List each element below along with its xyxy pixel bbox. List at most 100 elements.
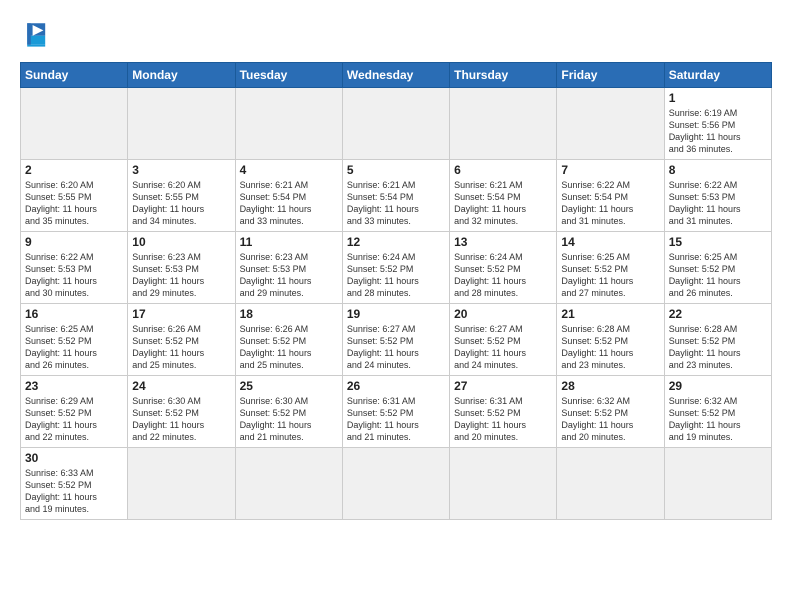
day-info: Sunrise: 6:22 AM Sunset: 5:53 PM Dayligh…: [25, 251, 123, 300]
page: Sunday Monday Tuesday Wednesday Thursday…: [0, 0, 792, 530]
header-wednesday: Wednesday: [342, 63, 449, 88]
header-thursday: Thursday: [450, 63, 557, 88]
day-info: Sunrise: 6:27 AM Sunset: 5:52 PM Dayligh…: [347, 323, 445, 372]
calendar-cell: 2Sunrise: 6:20 AM Sunset: 5:55 PM Daylig…: [21, 160, 128, 232]
day-number: 7: [561, 163, 659, 177]
calendar-row-1: 2 Sunrise: 6:20 AM Sunset: 5:55 PM Daylig…: [21, 160, 772, 232]
calendar-cell: 25Sunrise: 6:30 AM Sunset: 5:52 PM Dayli…: [235, 376, 342, 448]
calendar-row-4: 23Sunrise: 6:29 AM Sunset: 5:52 PM Dayli…: [21, 376, 772, 448]
calendar-cell: 27Sunrise: 6:31 AM Sunset: 5:52 PM Dayli…: [450, 376, 557, 448]
day-info: Sunrise: 6:31 AM Sunset: 5:52 PM Dayligh…: [347, 395, 445, 444]
calendar-cell: 16Sunrise: 6:25 AM Sunset: 5:52 PM Dayli…: [21, 304, 128, 376]
day-number: 16: [25, 307, 123, 321]
day-info: Sunrise: 6:25 AM Sunset: 5:52 PM Dayligh…: [561, 251, 659, 300]
calendar-cell: 30 Sunrise: 6:33 AM Sunset: 5:52 PM Dayli…: [21, 448, 128, 520]
logo: [20, 16, 62, 52]
day-number: 11: [240, 235, 338, 249]
day-info: Sunrise: 6:30 AM Sunset: 5:52 PM Dayligh…: [240, 395, 338, 444]
calendar-cell: [128, 448, 235, 520]
calendar-cell: 20 Sunrise: 6:27 AM Sunset: 5:52 PM Dayli…: [450, 304, 557, 376]
calendar-row-3: 16Sunrise: 6:25 AM Sunset: 5:52 PM Dayli…: [21, 304, 772, 376]
calendar-cell: [21, 88, 128, 160]
weekday-header-row: Sunday Monday Tuesday Wednesday Thursday…: [21, 63, 772, 88]
calendar-cell: [557, 448, 664, 520]
day-info: Sunrise: 6:26 AM Sunset: 5:52 PM Dayligh…: [132, 323, 230, 372]
calendar-cell: 24 Sunrise: 6:30 AM Sunset: 5:52 PM Dayli…: [128, 376, 235, 448]
day-info: Sunrise: 6:27 AM Sunset: 5:52 PM Dayligh…: [454, 323, 552, 372]
calendar-cell: 22 Sunrise: 6:28 AM Sunset: 5:52 PM Dayli…: [664, 304, 771, 376]
day-number: 21: [561, 307, 659, 321]
calendar-cell: 10 Sunrise: 6:23 AM Sunset: 5:53 PM Dayli…: [128, 232, 235, 304]
calendar-cell: 15 Sunrise: 6:25 AM Sunset: 5:52 PM Dayli…: [664, 232, 771, 304]
calendar-cell: 8Sunrise: 6:22 AM Sunset: 5:53 PM Daylig…: [664, 160, 771, 232]
day-number: 2: [25, 163, 123, 177]
calendar-cell: 17 Sunrise: 6:26 AM Sunset: 5:52 PM Dayli…: [128, 304, 235, 376]
calendar-cell: 7 Sunrise: 6:22 AM Sunset: 5:54 PM Daylig…: [557, 160, 664, 232]
day-info: Sunrise: 6:28 AM Sunset: 5:52 PM Dayligh…: [561, 323, 659, 372]
day-number: 30: [25, 451, 123, 465]
day-info: Sunrise: 6:20 AM Sunset: 5:55 PM Dayligh…: [132, 179, 230, 228]
day-number: 4: [240, 163, 338, 177]
day-number: 28: [561, 379, 659, 393]
day-info: Sunrise: 6:25 AM Sunset: 5:52 PM Dayligh…: [669, 251, 767, 300]
calendar-cell: [557, 88, 664, 160]
day-number: 1: [669, 91, 767, 105]
day-info: Sunrise: 6:23 AM Sunset: 5:53 PM Dayligh…: [240, 251, 338, 300]
day-number: 10: [132, 235, 230, 249]
day-number: 24: [132, 379, 230, 393]
calendar-cell: [664, 448, 771, 520]
calendar-cell: 5 Sunrise: 6:21 AM Sunset: 5:54 PM Daylig…: [342, 160, 449, 232]
calendar-cell: 9 Sunrise: 6:22 AM Sunset: 5:53 PM Daylig…: [21, 232, 128, 304]
day-number: 3: [132, 163, 230, 177]
calendar-cell: 28 Sunrise: 6:32 AM Sunset: 5:52 PM Dayli…: [557, 376, 664, 448]
day-number: 20: [454, 307, 552, 321]
day-number: 5: [347, 163, 445, 177]
calendar-cell: [128, 88, 235, 160]
day-info: Sunrise: 6:33 AM Sunset: 5:52 PM Dayligh…: [25, 467, 123, 516]
day-info: Sunrise: 6:19 AM Sunset: 5:56 PM Dayligh…: [669, 107, 767, 156]
day-info: Sunrise: 6:24 AM Sunset: 5:52 PM Dayligh…: [347, 251, 445, 300]
calendar-cell: 21 Sunrise: 6:28 AM Sunset: 5:52 PM Dayli…: [557, 304, 664, 376]
calendar-cell: 26 Sunrise: 6:31 AM Sunset: 5:52 PM Dayli…: [342, 376, 449, 448]
calendar-cell: [450, 88, 557, 160]
day-info: Sunrise: 6:24 AM Sunset: 5:52 PM Dayligh…: [454, 251, 552, 300]
day-number: 6: [454, 163, 552, 177]
calendar-cell: 6 Sunrise: 6:21 AM Sunset: 5:54 PM Daylig…: [450, 160, 557, 232]
day-number: 26: [347, 379, 445, 393]
calendar-cell: 13Sunrise: 6:24 AM Sunset: 5:52 PM Dayli…: [450, 232, 557, 304]
day-number: 22: [669, 307, 767, 321]
day-info: Sunrise: 6:28 AM Sunset: 5:52 PM Dayligh…: [669, 323, 767, 372]
day-number: 9: [25, 235, 123, 249]
calendar-cell: [450, 448, 557, 520]
calendar-cell: 12 Sunrise: 6:24 AM Sunset: 5:52 PM Dayli…: [342, 232, 449, 304]
calendar-row-2: 9 Sunrise: 6:22 AM Sunset: 5:53 PM Daylig…: [21, 232, 772, 304]
calendar-cell: 19Sunrise: 6:27 AM Sunset: 5:52 PM Dayli…: [342, 304, 449, 376]
calendar-row-5: 30 Sunrise: 6:33 AM Sunset: 5:52 PM Dayli…: [21, 448, 772, 520]
header: [20, 16, 772, 52]
day-info: Sunrise: 6:32 AM Sunset: 5:52 PM Dayligh…: [561, 395, 659, 444]
day-info: Sunrise: 6:30 AM Sunset: 5:52 PM Dayligh…: [132, 395, 230, 444]
day-number: 15: [669, 235, 767, 249]
calendar-cell: 14 Sunrise: 6:25 AM Sunset: 5:52 PM Dayli…: [557, 232, 664, 304]
calendar-cell: 23Sunrise: 6:29 AM Sunset: 5:52 PM Dayli…: [21, 376, 128, 448]
day-number: 12: [347, 235, 445, 249]
day-info: Sunrise: 6:22 AM Sunset: 5:54 PM Dayligh…: [561, 179, 659, 228]
day-number: 29: [669, 379, 767, 393]
calendar-cell: 11 Sunrise: 6:23 AM Sunset: 5:53 PM Dayli…: [235, 232, 342, 304]
day-info: Sunrise: 6:21 AM Sunset: 5:54 PM Dayligh…: [454, 179, 552, 228]
day-info: Sunrise: 6:23 AM Sunset: 5:53 PM Dayligh…: [132, 251, 230, 300]
calendar-cell: 3 Sunrise: 6:20 AM Sunset: 5:55 PM Daylig…: [128, 160, 235, 232]
general-blue-icon: [20, 16, 56, 52]
day-number: 14: [561, 235, 659, 249]
calendar-cell: [342, 88, 449, 160]
header-saturday: Saturday: [664, 63, 771, 88]
calendar-cell: 29 Sunrise: 6:32 AM Sunset: 5:52 PM Dayli…: [664, 376, 771, 448]
header-sunday: Sunday: [21, 63, 128, 88]
day-number: 17: [132, 307, 230, 321]
day-info: Sunrise: 6:29 AM Sunset: 5:52 PM Dayligh…: [25, 395, 123, 444]
day-number: 8: [669, 163, 767, 177]
day-info: Sunrise: 6:32 AM Sunset: 5:52 PM Dayligh…: [669, 395, 767, 444]
calendar-row-0: 1 Sunrise: 6:19 AM Sunset: 5:56 PM Daylig…: [21, 88, 772, 160]
calendar-cell: [342, 448, 449, 520]
day-info: Sunrise: 6:21 AM Sunset: 5:54 PM Dayligh…: [347, 179, 445, 228]
